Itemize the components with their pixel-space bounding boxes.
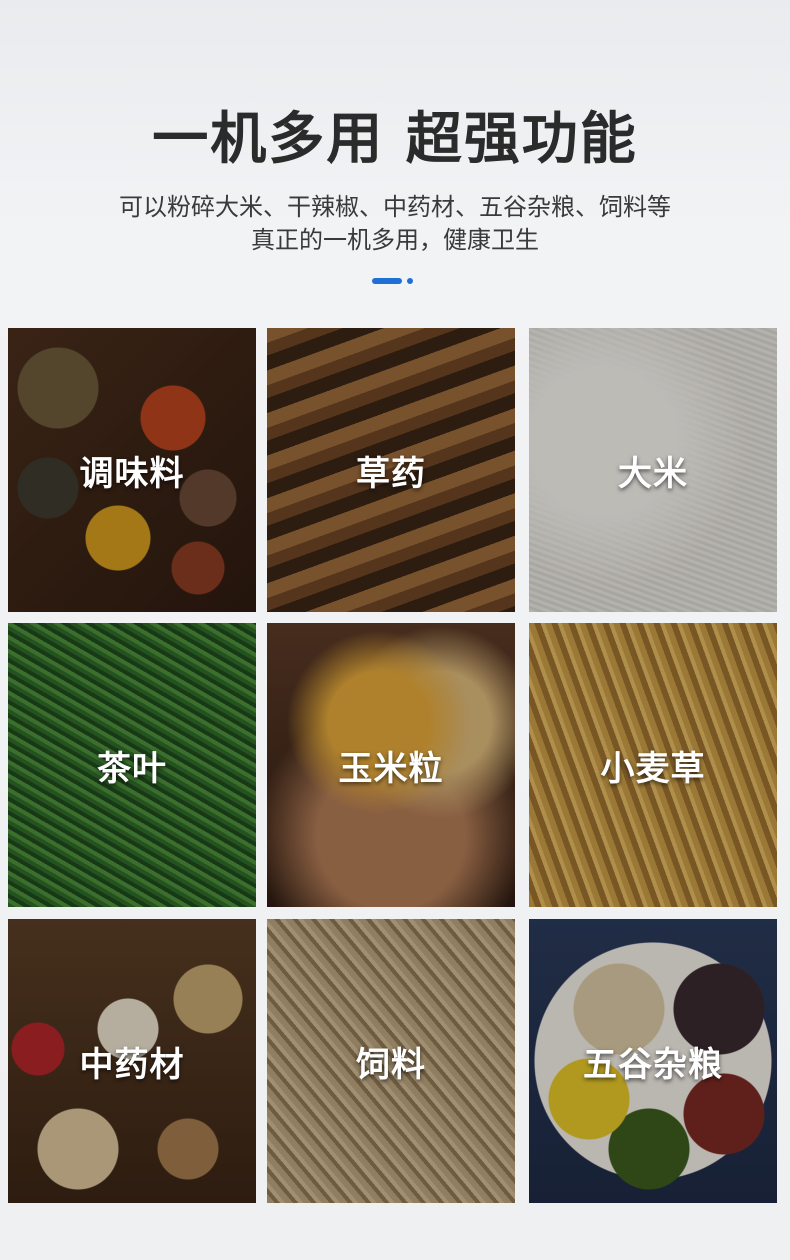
tile-label: 草药	[356, 454, 426, 494]
tile-wheat: 小麦草	[529, 623, 777, 907]
tile-herbs: 草药	[267, 328, 515, 612]
tile-label: 五谷杂粮	[583, 1045, 723, 1085]
tile-label: 调味料	[79, 454, 185, 494]
tile-label: 玉米粒	[338, 749, 444, 789]
tile-label: 小麦草	[600, 749, 706, 789]
tile-feed: 饲料	[267, 919, 515, 1203]
page-title: 一机多用 超强功能	[152, 107, 638, 172]
tile-chinese-medicine: 中药材	[8, 919, 256, 1203]
tile-label: 大米	[618, 454, 688, 494]
divider-dot	[407, 278, 413, 284]
tile-label: 饲料	[356, 1045, 426, 1085]
divider-bar	[372, 278, 402, 284]
tile-grains: 五谷杂粮	[529, 919, 777, 1203]
tile-label: 茶叶	[97, 749, 167, 789]
tile-rice: 大米	[529, 328, 777, 612]
section-divider	[372, 278, 422, 284]
tile-tea: 茶叶	[8, 623, 256, 907]
tile-spices: 调味料	[8, 328, 256, 612]
tile-corn: 玉米粒	[267, 623, 515, 907]
tile-label: 中药材	[79, 1045, 185, 1085]
subtitle-line-2: 真正的一机多用，健康卫生	[251, 226, 539, 254]
subtitle-line-1: 可以粉碎大米、干辣椒、中药材、五谷杂粮、饲料等	[119, 193, 671, 221]
